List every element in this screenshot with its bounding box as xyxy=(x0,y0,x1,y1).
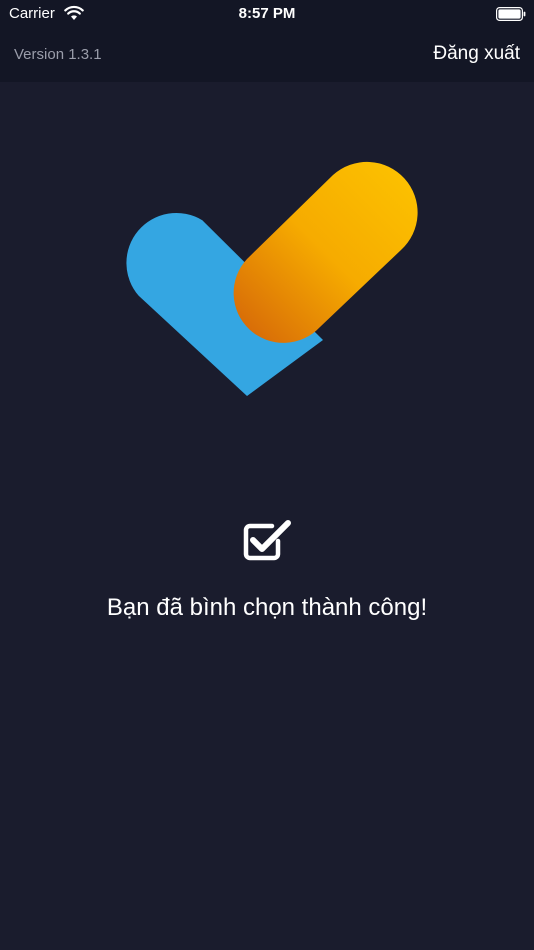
version-label: Version 1.3.1 xyxy=(14,46,102,63)
success-message: Bạn đã bình chọn thành công! xyxy=(106,594,428,621)
logout-button[interactable]: Đăng xuất xyxy=(433,43,520,65)
checkbox-checked-icon xyxy=(243,520,291,561)
app-logo xyxy=(126,161,418,396)
status-bar: Carrier 8:57 PM xyxy=(0,0,534,28)
clock-time: 8:57 PM xyxy=(238,5,296,22)
battery-icon xyxy=(496,7,526,21)
nav-bar: Version 1.3.1 Đăng xuất xyxy=(0,28,534,82)
logo-yellow-stroke xyxy=(233,161,418,343)
